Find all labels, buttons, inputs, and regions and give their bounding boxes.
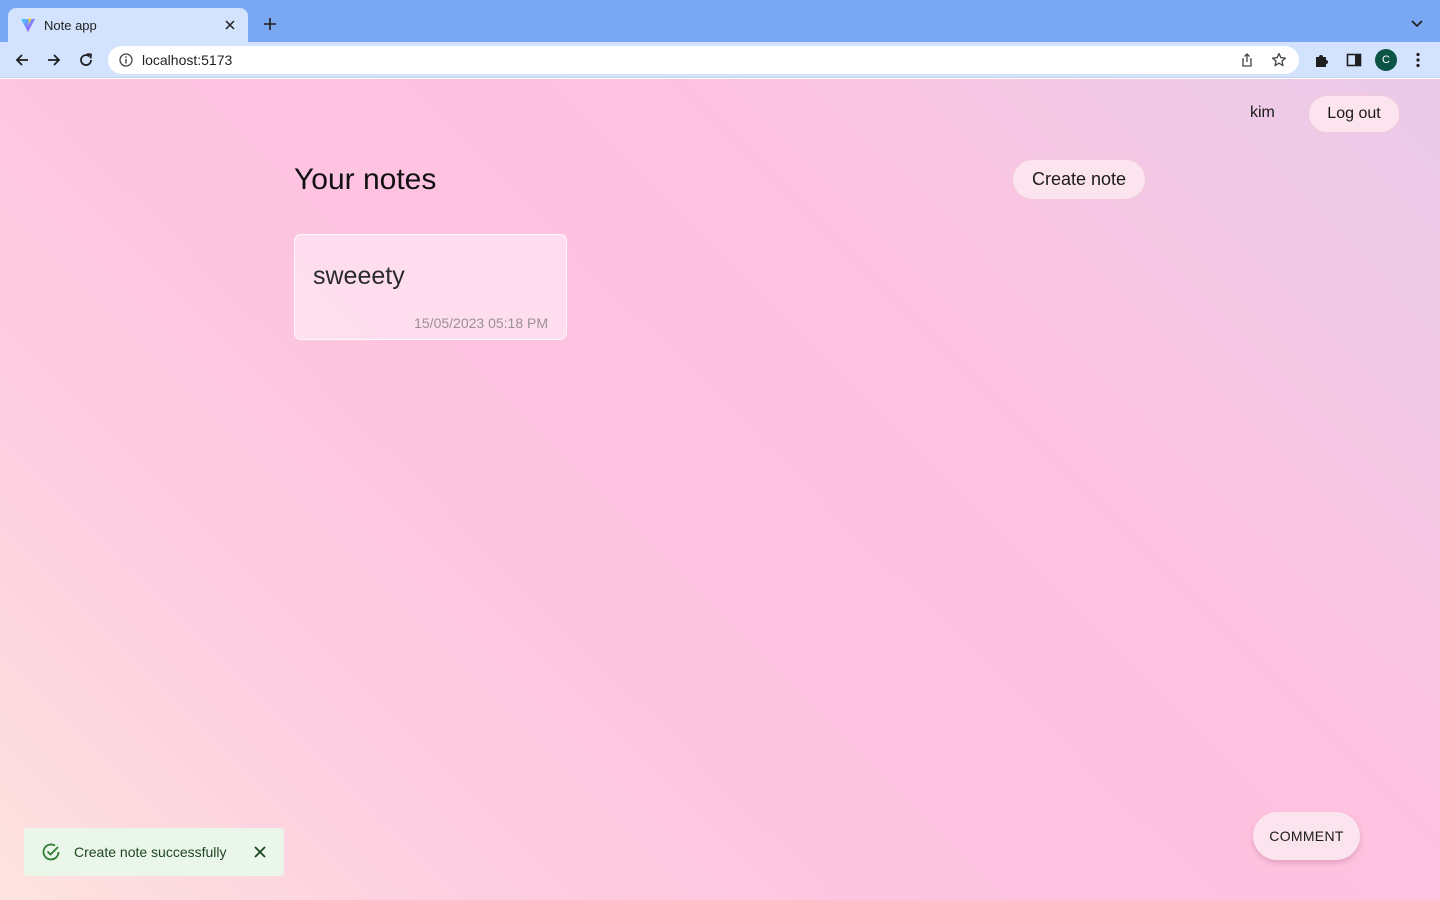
check-circle-icon — [40, 841, 62, 863]
browser-toolbar: localhost:5173 C — [0, 42, 1440, 78]
toast-message: Create note successfully — [74, 844, 227, 860]
success-toast: Create note successfully — [24, 828, 284, 876]
vite-logo-icon — [20, 17, 36, 33]
arrow-left-icon[interactable] — [10, 48, 34, 72]
share-icon[interactable] — [1235, 48, 1259, 72]
info-icon[interactable] — [118, 52, 134, 68]
note-card[interactable]: sweeety 15/05/2023 05:18 PM — [294, 234, 567, 340]
reload-icon[interactable] — [74, 48, 98, 72]
arrow-right-icon[interactable] — [42, 48, 66, 72]
profile-avatar[interactable]: C — [1375, 49, 1397, 71]
page-title: Your notes — [294, 163, 437, 196]
note-title: sweeety — [313, 262, 405, 290]
username-label: kim — [1250, 104, 1275, 121]
kebab-menu-icon[interactable] — [1406, 48, 1430, 72]
star-icon[interactable] — [1267, 48, 1291, 72]
url-text: localhost:5173 — [142, 52, 233, 68]
comment-button[interactable]: COMMENT — [1253, 812, 1360, 860]
browser-tab[interactable]: Note app — [8, 8, 248, 42]
close-icon[interactable] — [222, 17, 238, 33]
close-icon[interactable] — [250, 842, 270, 862]
tab-title: Note app — [44, 17, 97, 33]
puzzle-icon[interactable] — [1310, 48, 1334, 72]
create-note-button[interactable]: Create note — [1012, 159, 1146, 200]
address-bar[interactable]: localhost:5173 — [108, 46, 1299, 74]
browser-tab-strip: Note app — [0, 0, 1440, 42]
side-panel-icon[interactable] — [1342, 48, 1366, 72]
chevron-down-icon[interactable] — [1406, 13, 1428, 35]
plus-icon[interactable] — [258, 12, 282, 36]
page-content: kim Log out Your notes Create note sweee… — [0, 79, 1440, 900]
logout-button[interactable]: Log out — [1308, 95, 1400, 133]
note-date: 15/05/2023 05:18 PM — [414, 315, 548, 331]
